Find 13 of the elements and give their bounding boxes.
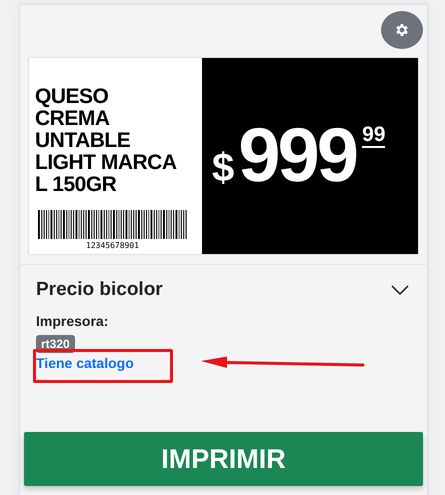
printer-label: Impresora: bbox=[36, 313, 110, 329]
settings-icon bbox=[394, 22, 410, 38]
product-name: QUESO CREMA UNTABLE LIGHT MARCA L 150GR bbox=[35, 86, 178, 196]
catalog-link[interactable]: Tiene catalogo bbox=[36, 355, 134, 371]
settings-button[interactable] bbox=[381, 11, 423, 49]
print-button[interactable]: IMPRIMIR bbox=[24, 432, 423, 486]
barcode-icon bbox=[38, 210, 188, 239]
chevron-icon[interactable] bbox=[391, 284, 409, 296]
section-title: Precio bicolor bbox=[36, 279, 163, 301]
price-integer: 999 bbox=[238, 116, 356, 196]
currency-symbol: $ bbox=[212, 146, 234, 191]
barcode-number: 12345678901 bbox=[86, 241, 139, 250]
price-cents: 99 bbox=[362, 124, 386, 148]
